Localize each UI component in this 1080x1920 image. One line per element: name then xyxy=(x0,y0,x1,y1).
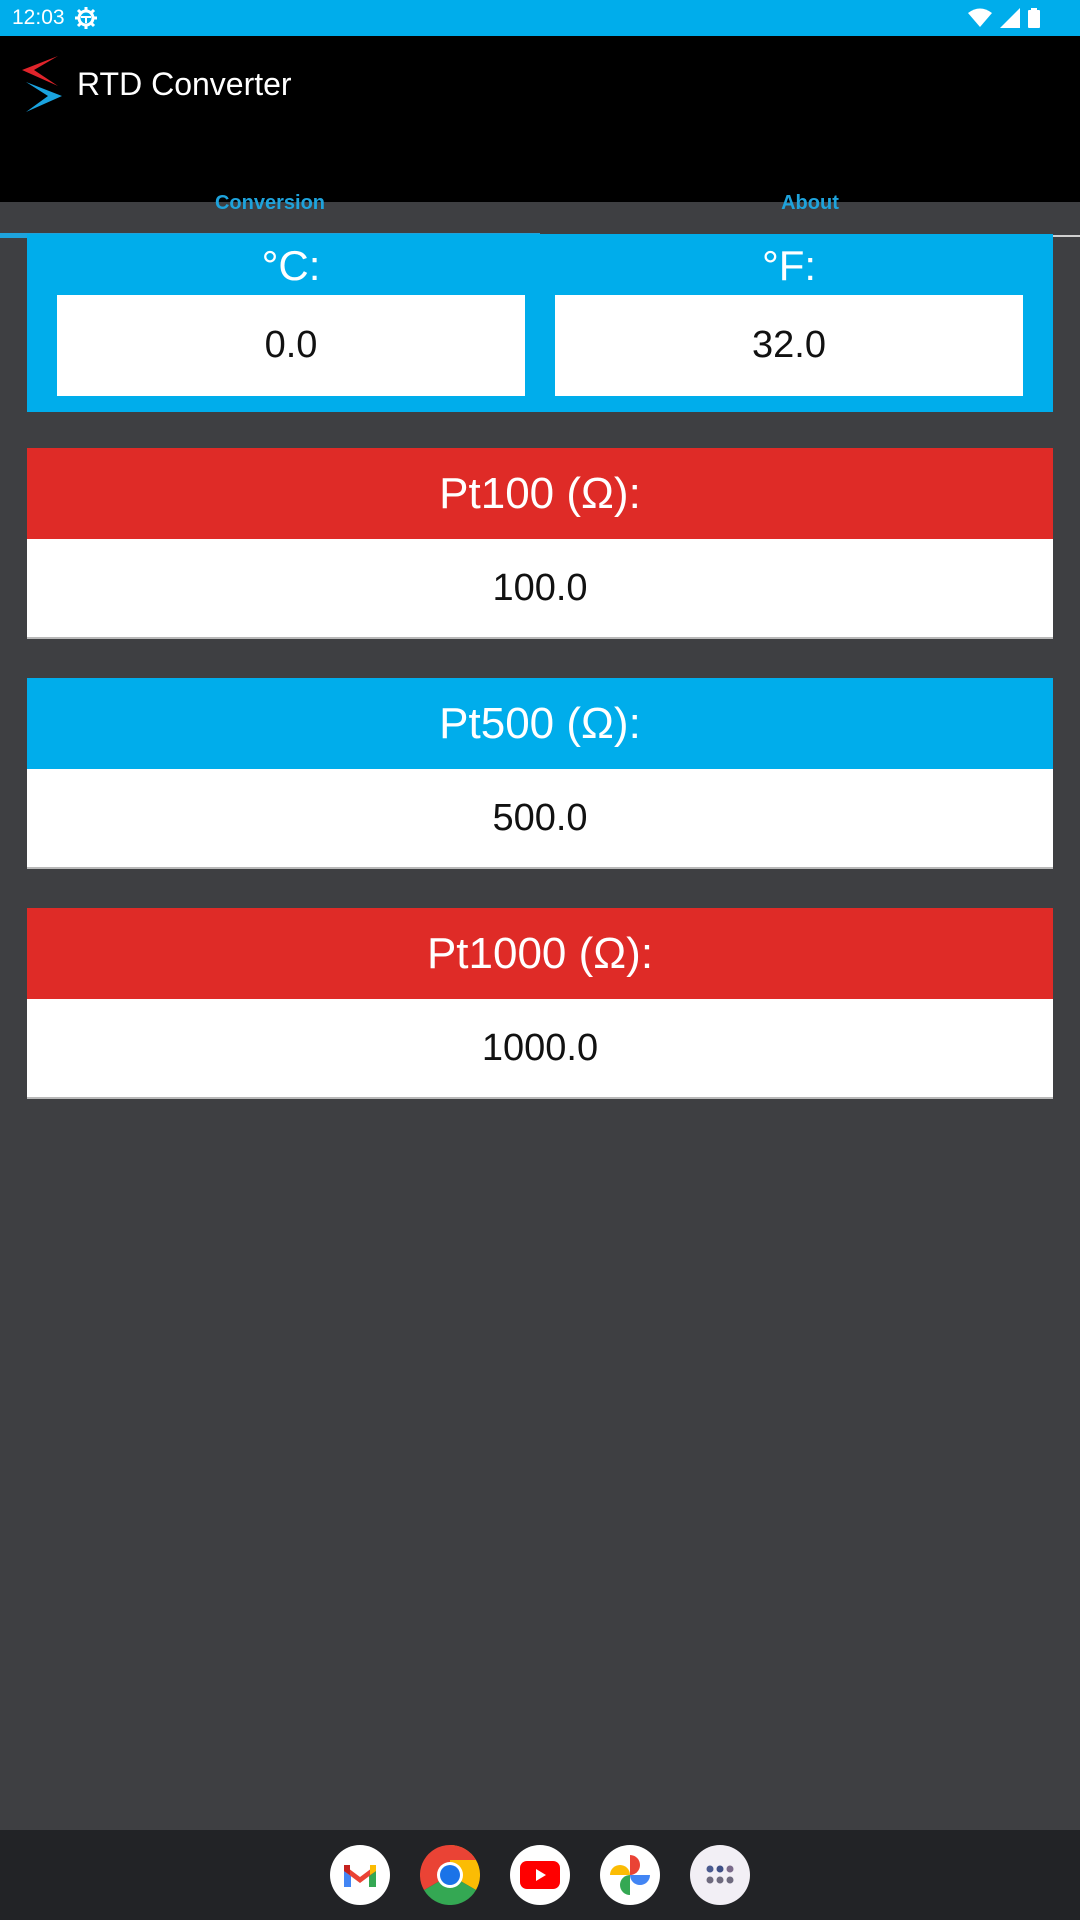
pt1000-input[interactable] xyxy=(27,999,1053,1099)
fahrenheit-label: °F: xyxy=(761,242,817,289)
cellular-signal-icon xyxy=(1000,8,1020,28)
status-time: 12:03 xyxy=(12,6,65,29)
celsius-label: °C: xyxy=(261,242,321,289)
tab-about[interactable]: About xyxy=(540,168,1080,238)
celsius-input[interactable] xyxy=(57,295,525,396)
pt500-input[interactable] xyxy=(27,769,1053,869)
pt100-panel: Pt100 (Ω): xyxy=(27,448,1053,639)
temperature-panel: °C: °F: xyxy=(27,234,1053,412)
app-dock xyxy=(0,1830,1080,1920)
pt100-label: Pt100 (Ω): xyxy=(27,448,1053,539)
app-bar: RTD Converter Conversion About xyxy=(0,36,1080,238)
photos-icon[interactable] xyxy=(600,1845,660,1905)
app-title: RTD Converter xyxy=(77,66,292,102)
pt1000-panel: Pt1000 (Ω): xyxy=(27,908,1053,1099)
settings-gear-icon xyxy=(75,7,97,29)
chrome-icon[interactable] xyxy=(420,1845,480,1905)
app-logo-icon xyxy=(22,56,62,112)
pt500-label: Pt500 (Ω): xyxy=(27,678,1053,769)
status-bar: 12:03 xyxy=(0,0,1080,36)
fahrenheit-input[interactable] xyxy=(555,295,1023,396)
pt500-panel: Pt500 (Ω): xyxy=(27,678,1053,869)
tab-conversion[interactable]: Conversion xyxy=(0,168,540,238)
youtube-icon[interactable] xyxy=(510,1845,570,1905)
pt100-input[interactable] xyxy=(27,539,1053,639)
apps-grid-icon[interactable] xyxy=(690,1845,750,1905)
tab-bar: Conversion About xyxy=(0,168,1080,238)
gmail-icon[interactable] xyxy=(330,1845,390,1905)
wifi-icon xyxy=(968,8,992,27)
battery-icon xyxy=(1028,8,1040,28)
pt1000-label: Pt1000 (Ω): xyxy=(27,908,1053,999)
